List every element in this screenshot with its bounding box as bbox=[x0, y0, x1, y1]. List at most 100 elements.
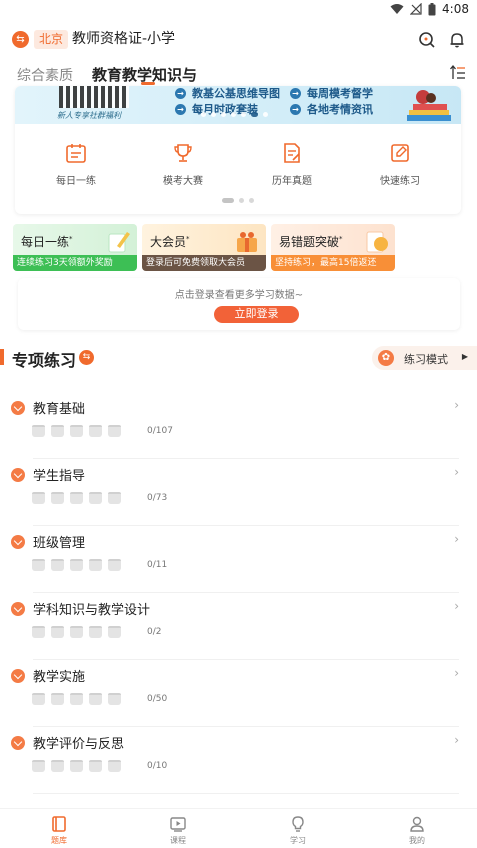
practice-mode-button[interactable]: ✿ 练习模式 ▶ bbox=[372, 346, 477, 370]
promo-error-breakthrough[interactable]: 易错题突破* 坚持练习，最高15倍返还 bbox=[271, 224, 395, 271]
nav-profile[interactable]: 我的 bbox=[387, 815, 447, 846]
battery-icon bbox=[428, 2, 436, 15]
no-signal-icon bbox=[410, 3, 422, 15]
topic-row[interactable]: 班级管理 › 0/11 bbox=[0, 526, 477, 593]
quick-fast-practice[interactable]: 快速练习 bbox=[360, 142, 440, 187]
quick-daily-practice[interactable]: 每日一练 bbox=[36, 142, 116, 187]
swap-exam-icon[interactable]: ⇆ bbox=[12, 31, 29, 48]
tab-comprehensive[interactable]: 综合素质 bbox=[17, 65, 73, 85]
book-icon bbox=[52, 816, 66, 832]
nav-study[interactable]: 学习 bbox=[268, 815, 328, 846]
nav-label: 学习 bbox=[290, 836, 306, 845]
banner-item: → 每周模考督学 bbox=[290, 86, 373, 101]
trophy-progress bbox=[32, 492, 121, 504]
topic-count: 0/107 bbox=[147, 426, 173, 436]
quick-label: 模考大赛 bbox=[163, 176, 203, 187]
login-prompt-box: 点击登录查看更多学习数据~ 立即登录 bbox=[18, 278, 460, 330]
topic-count: 0/50 bbox=[147, 694, 168, 704]
calendar-icon bbox=[66, 144, 86, 163]
home-card: 新人专享社群福利 → 教基公基思维导图 → 每周模考督学 → 每月时政套装 → 各地考情… bbox=[15, 86, 461, 214]
user-icon bbox=[410, 816, 424, 832]
chevron-right-icon: › bbox=[454, 599, 459, 613]
arrow-icon: → bbox=[290, 103, 301, 115]
quick-past-exams[interactable]: 历年真题 bbox=[252, 142, 332, 187]
chevron-down-icon[interactable] bbox=[11, 602, 25, 616]
edit-icon bbox=[391, 144, 409, 162]
triangle-right-icon: ▶ bbox=[461, 352, 468, 361]
quick-label: 快速练习 bbox=[380, 176, 420, 187]
qr-caption: 新人专享社群福利 bbox=[57, 111, 121, 120]
status-bar: 4:08 bbox=[0, 0, 477, 22]
nav-question-bank[interactable]: 题库 bbox=[29, 815, 89, 846]
exam-title[interactable]: 教师资格证-小学 bbox=[72, 30, 175, 49]
trophy-progress bbox=[32, 425, 121, 437]
gift-icon bbox=[237, 232, 257, 252]
topic-name: 学生指导 bbox=[33, 469, 86, 484]
chevron-right-icon: › bbox=[454, 465, 459, 479]
subject-tabs: 综合素质 教育教学知识与 bbox=[0, 60, 477, 88]
banner-item: → 教基公基思维导图 bbox=[175, 86, 280, 101]
chevron-down-icon[interactable] bbox=[11, 401, 25, 415]
city-selector[interactable]: 北京 bbox=[34, 30, 69, 49]
promo-subtitle: 连续练习3天领额外奖励 bbox=[13, 255, 137, 271]
chevron-down-icon[interactable] bbox=[11, 669, 25, 683]
promo-title: 易错题突破* bbox=[279, 235, 343, 249]
topic-count: 0/10 bbox=[147, 761, 168, 771]
search-icon[interactable] bbox=[417, 30, 437, 50]
lightbulb-icon bbox=[292, 816, 304, 832]
promo-daily-practice[interactable]: 每日一练* 连续练习3天领额外奖励 bbox=[13, 224, 137, 271]
practice-mode-label: 练习模式 bbox=[404, 353, 448, 366]
promo-title: 大会员* bbox=[150, 235, 190, 249]
chevron-right-icon: › bbox=[454, 733, 459, 747]
coin-icon bbox=[366, 231, 388, 253]
topic-count: 0/73 bbox=[147, 493, 168, 503]
chevron-right-icon: › bbox=[454, 666, 459, 680]
promo-banner[interactable]: 新人专享社群福利 → 教基公基思维导图 → 每周模考督学 → 每月时政套装 → 各地考情… bbox=[15, 86, 461, 124]
divider bbox=[33, 793, 459, 794]
bottom-nav: 题库 课程 学习 我的 bbox=[0, 808, 477, 848]
nav-courses[interactable]: 课程 bbox=[148, 815, 208, 846]
settings-icon: ✿ bbox=[378, 350, 394, 366]
topic-count: 0/11 bbox=[147, 560, 168, 570]
topic-count: 0/2 bbox=[147, 627, 162, 637]
promo-vip[interactable]: 大会员* 登录后可免费领取大会员 bbox=[142, 224, 266, 271]
chevron-down-icon[interactable] bbox=[11, 736, 25, 750]
video-icon bbox=[170, 817, 186, 832]
nav-label: 我的 bbox=[409, 836, 425, 845]
topic-row[interactable]: 教育基础 › 0/107 bbox=[0, 392, 477, 459]
sort-icon[interactable] bbox=[449, 64, 467, 82]
section-accent-bar bbox=[0, 349, 4, 365]
bell-icon[interactable] bbox=[447, 30, 467, 50]
trophy-progress bbox=[32, 626, 121, 638]
swap-icon[interactable]: ⇆ bbox=[79, 350, 94, 365]
arrow-icon: → bbox=[175, 103, 186, 115]
topic-row[interactable]: 教学评价与反思 › 0/10 bbox=[0, 727, 477, 794]
trophy-progress bbox=[32, 693, 121, 705]
promo-subtitle: 登录后可免费领取大会员 bbox=[142, 255, 266, 271]
trophy-progress bbox=[32, 559, 121, 571]
quick-mock-contest[interactable]: 模考大赛 bbox=[143, 142, 223, 187]
exam-paper-icon bbox=[284, 143, 300, 163]
books-illustration bbox=[407, 90, 451, 121]
topic-name: 教学评价与反思 bbox=[33, 737, 125, 752]
quick-pager bbox=[222, 198, 254, 203]
clock: 4:08 bbox=[442, 2, 469, 16]
topic-name: 教育基础 bbox=[33, 402, 86, 417]
pencil-icon bbox=[108, 232, 130, 253]
topic-row[interactable]: 教学实施 › 0/50 bbox=[0, 660, 477, 727]
arrow-icon: → bbox=[290, 87, 301, 99]
chevron-down-icon[interactable] bbox=[11, 535, 25, 549]
topic-row[interactable]: 学科知识与教学设计 › 0/2 bbox=[0, 593, 477, 660]
promo-title: 每日一练* bbox=[21, 235, 73, 249]
quick-label: 每日一练 bbox=[56, 176, 96, 187]
banner-item: → 各地考情资讯 bbox=[290, 101, 373, 117]
login-hint: 点击登录查看更多学习数据~ bbox=[174, 290, 304, 301]
login-button[interactable]: 立即登录 bbox=[214, 306, 299, 323]
section-title: 专项练习 bbox=[12, 351, 77, 370]
quick-label: 历年真题 bbox=[272, 176, 312, 187]
banner-pager bbox=[201, 112, 268, 117]
active-tab-indicator bbox=[141, 82, 155, 85]
chevron-down-icon[interactable] bbox=[11, 468, 25, 482]
topic-row[interactable]: 学生指导 › 0/73 bbox=[0, 459, 477, 526]
topic-name: 学科知识与教学设计 bbox=[33, 603, 151, 618]
